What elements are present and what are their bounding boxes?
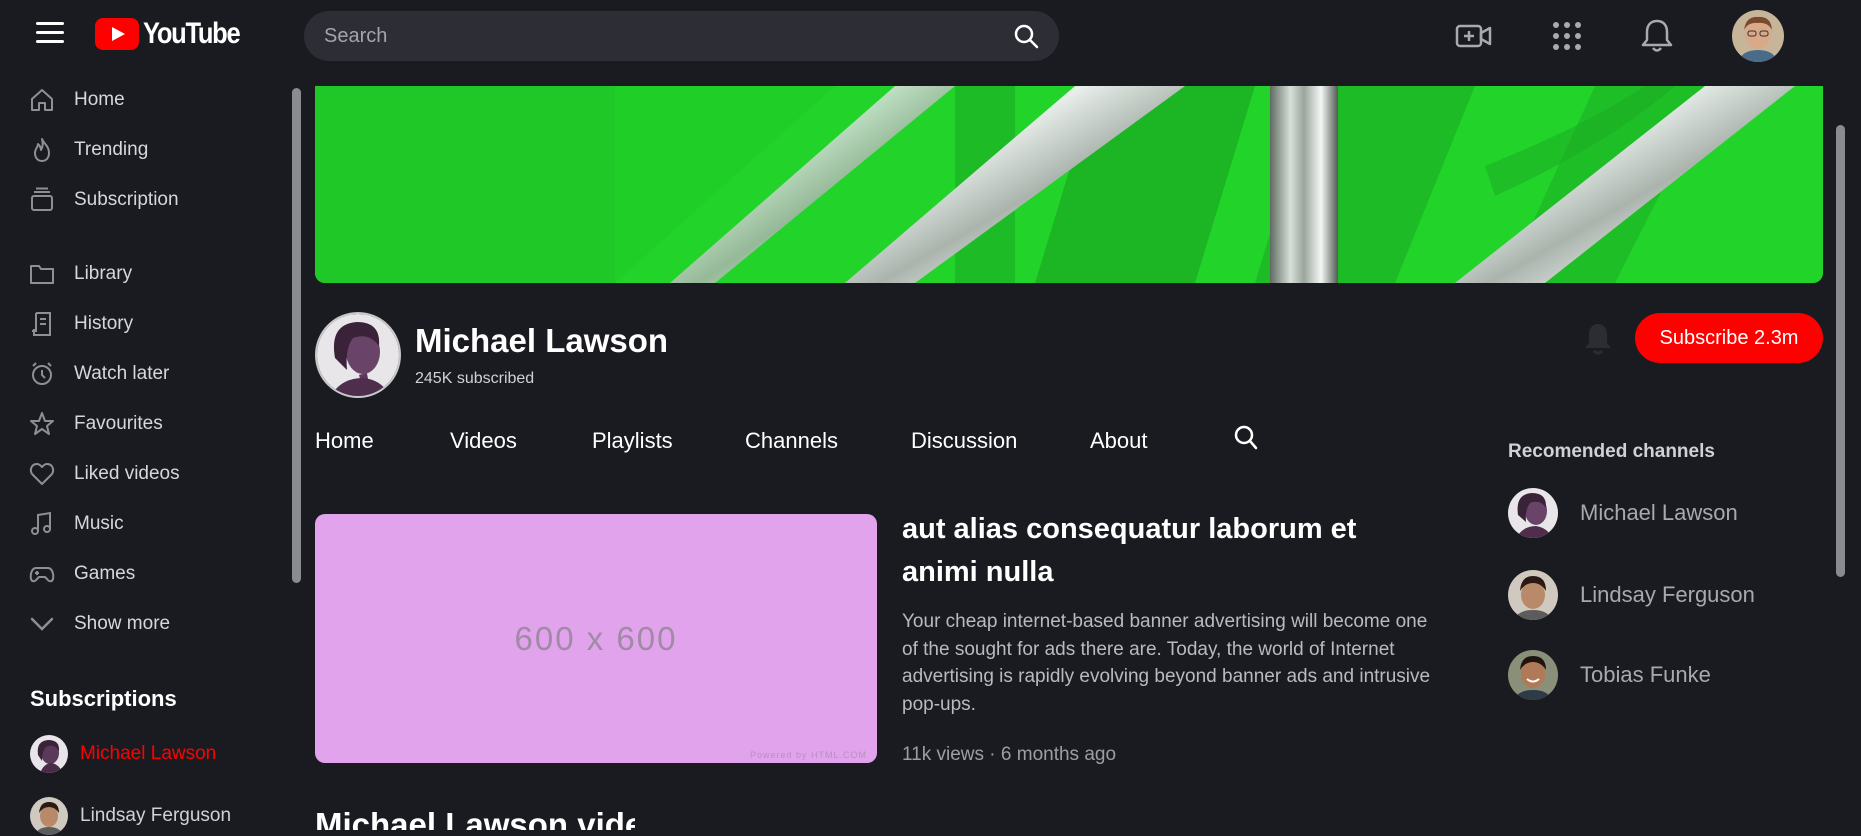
main-scrollbar[interactable] xyxy=(1836,125,1845,577)
tab-discussion[interactable]: Discussion xyxy=(911,428,1017,454)
sidebar-item-label: Games xyxy=(74,563,136,584)
sidebar-item-favourites[interactable]: Favourites xyxy=(28,406,268,442)
logo-text: YouTube xyxy=(143,17,241,50)
notification-bell-icon[interactable] xyxy=(1582,322,1614,356)
gamepad-icon xyxy=(28,560,56,588)
tab-playlists[interactable]: Playlists xyxy=(592,428,673,454)
subscription-item[interactable]: Lindsay Ferguson xyxy=(30,796,231,836)
recommended-channel-name: Tobias Funke xyxy=(1580,662,1711,687)
tab-about[interactable]: About xyxy=(1090,428,1148,454)
sidebar-item-music[interactable]: Music xyxy=(28,506,268,542)
sidebar-item-label: Subscription xyxy=(74,189,179,210)
user-avatar[interactable] xyxy=(1732,10,1784,62)
home-icon xyxy=(28,86,56,114)
section-heading-text: Michael Lawson videos xyxy=(315,806,635,830)
recommended-channel-name: Lindsay Ferguson xyxy=(1580,582,1755,607)
avatar xyxy=(1508,488,1558,538)
recommended-channel[interactable]: Lindsay Ferguson xyxy=(1508,570,1755,620)
youtube-logo[interactable]: YouTube xyxy=(95,16,256,52)
sidebar-item-show-more[interactable]: Show more xyxy=(28,606,268,642)
subscription-name: Lindsay Ferguson xyxy=(80,805,232,826)
star-icon xyxy=(28,410,56,438)
sidebar-item-label: Favourites xyxy=(74,413,163,434)
heart-icon xyxy=(28,460,56,488)
section-heading: Michael Lawson videos xyxy=(315,798,635,830)
recommended-channel[interactable]: Tobias Funke xyxy=(1508,650,1711,700)
subscription-item[interactable]: Michael Lawson xyxy=(30,734,216,774)
sidebar-item-watch-later[interactable]: Watch later xyxy=(28,356,268,392)
video-thumbnail[interactable]: 600 x 600 Powered by HTML.COM xyxy=(315,514,877,763)
youtube-play-icon xyxy=(95,18,139,50)
video-meta: 11k views · 6 months ago xyxy=(902,744,1117,765)
search-bar xyxy=(304,11,1059,61)
recommended-heading: Recomended channels xyxy=(1508,441,1715,462)
clock-icon xyxy=(28,360,56,388)
sidebar-item-label: Show more xyxy=(74,613,171,634)
music-icon xyxy=(28,510,56,538)
avatar xyxy=(30,735,68,773)
channel-banner xyxy=(315,86,1823,283)
top-header: YouTube xyxy=(0,0,1861,72)
fire-icon xyxy=(28,136,56,164)
sidebar-scrollbar[interactable] xyxy=(292,88,301,583)
subscription-name: Michael Lawson xyxy=(80,743,217,764)
sidebar-item-trending[interactable]: Trending xyxy=(28,132,268,168)
avatar xyxy=(30,797,68,835)
search-input[interactable] xyxy=(324,11,984,61)
avatar xyxy=(1508,650,1558,700)
recommended-channel-name: Michael Lawson xyxy=(1580,500,1738,525)
channel-avatar[interactable] xyxy=(315,312,401,398)
sidebar-item-subscription[interactable]: Subscription xyxy=(28,182,268,218)
sidebar-item-label: Library xyxy=(74,263,133,284)
apps-grid-icon[interactable] xyxy=(1548,18,1586,54)
notification-bell-icon[interactable] xyxy=(1638,18,1676,54)
sidebar-item-library[interactable]: Library xyxy=(28,256,268,292)
tab-home[interactable]: Home xyxy=(315,428,374,454)
subscription-icon xyxy=(28,186,56,214)
subscriptions-heading: Subscriptions xyxy=(30,686,177,711)
search-icon[interactable] xyxy=(1233,424,1259,452)
recommended-channel[interactable]: Michael Lawson xyxy=(1508,488,1738,538)
video-title[interactable]: aut alias consequatur laborum et animi n… xyxy=(902,508,1422,594)
subscribe-button[interactable]: Subscribe 2.3m xyxy=(1635,313,1823,363)
tab-channels[interactable]: Channels xyxy=(745,428,838,454)
sidebar-item-label: Watch later xyxy=(74,363,170,384)
channel-subscribed-count: 245K subscribed xyxy=(415,370,535,387)
thumbnail-placeholder-text: 600 x 600 xyxy=(514,620,678,657)
sidebar-item-history[interactable]: History xyxy=(28,306,268,342)
search-icon[interactable] xyxy=(1013,23,1039,49)
sidebar-item-liked-videos[interactable]: Liked videos xyxy=(28,456,268,492)
video-camera-icon[interactable] xyxy=(1455,18,1493,54)
sidebar-item-label: Liked videos xyxy=(74,463,180,484)
avatar xyxy=(1508,570,1558,620)
video-description: Your cheap internet-based banner adverti… xyxy=(902,611,1431,715)
chevron-down-icon xyxy=(28,610,56,638)
hamburger-menu-icon[interactable] xyxy=(36,22,64,46)
thumbnail-watermark: Powered by HTML.COM xyxy=(749,750,867,760)
sidebar-item-label: Trending xyxy=(74,139,149,160)
sidebar-item-label: Music xyxy=(74,513,124,534)
sidebar-item-games[interactable]: Games xyxy=(28,556,268,592)
channel-name: Michael Lawson xyxy=(415,322,669,359)
sidebar-item-home[interactable]: Home xyxy=(28,82,268,118)
history-icon xyxy=(28,310,56,338)
sidebar-item-label: History xyxy=(74,313,134,334)
tab-videos[interactable]: Videos xyxy=(450,428,517,454)
folder-icon xyxy=(28,260,56,288)
sidebar-item-label: Home xyxy=(74,89,125,110)
